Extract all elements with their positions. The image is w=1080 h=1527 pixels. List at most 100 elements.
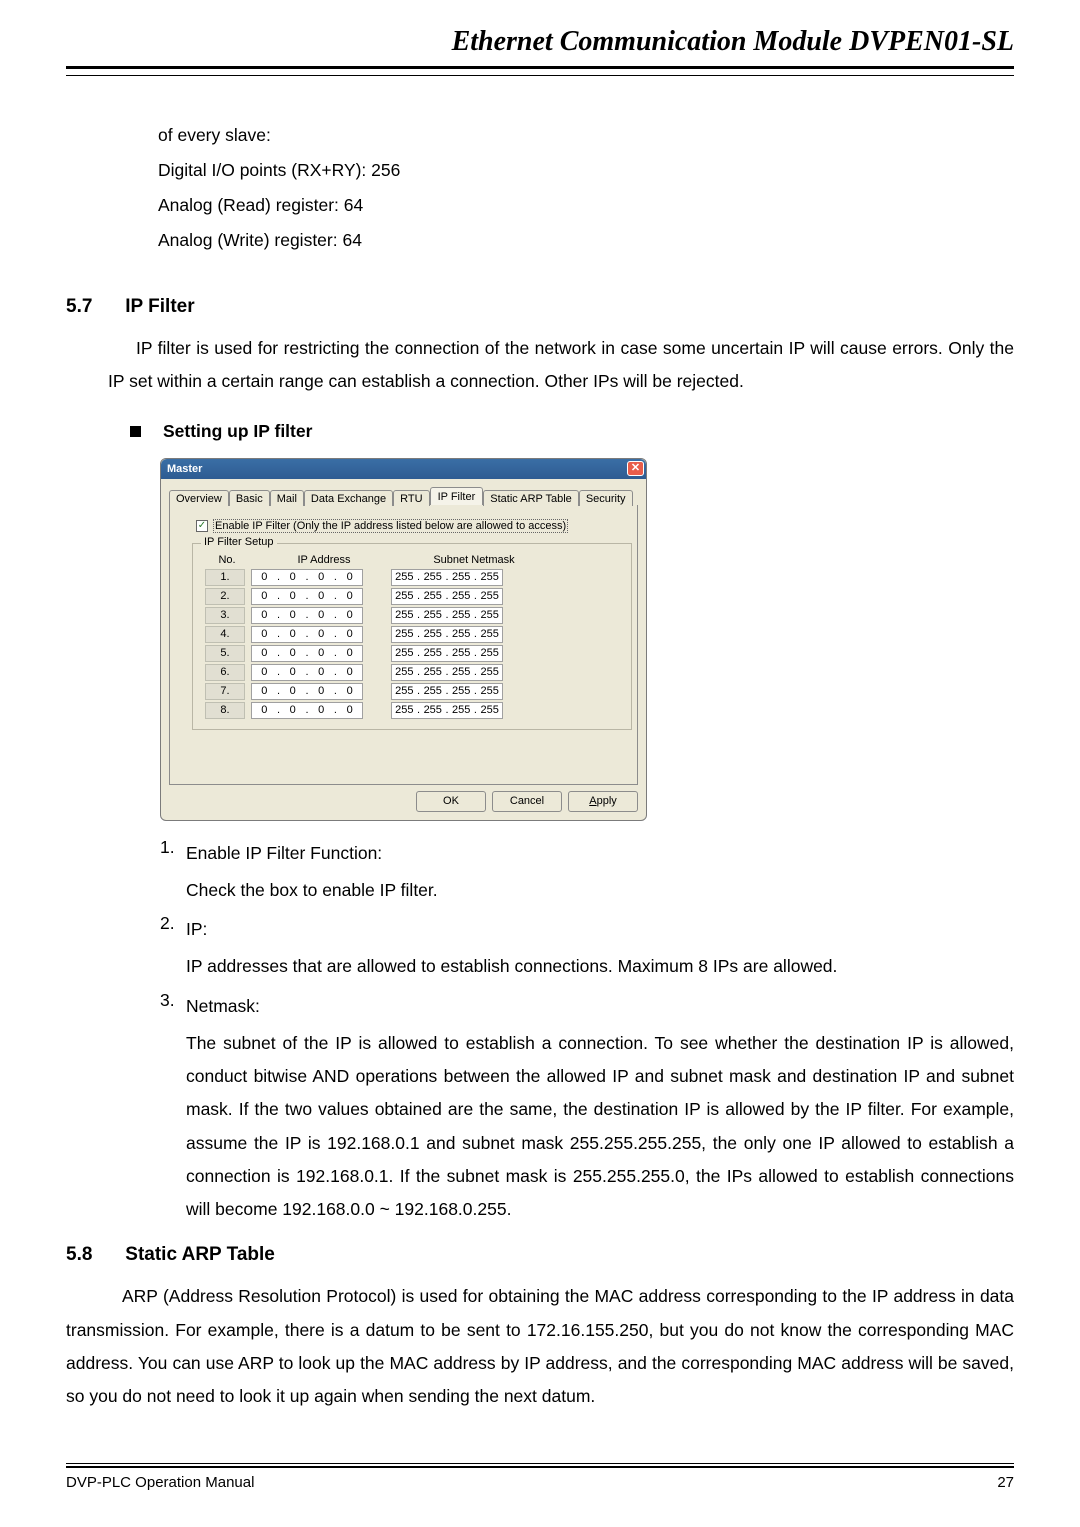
ip-segment[interactable]: 255 bbox=[477, 571, 502, 583]
ip-segment[interactable]: 255 bbox=[420, 628, 445, 640]
ip-segment[interactable]: 255 bbox=[392, 628, 417, 640]
tab-basic[interactable]: Basic bbox=[229, 490, 270, 506]
dialog-window: Master ✕ Overview Basic Mail Data Exchan… bbox=[160, 458, 647, 821]
ip-segment[interactable]: 0 bbox=[337, 628, 362, 640]
ip-segment[interactable]: 0 bbox=[309, 666, 334, 678]
cancel-button[interactable]: Cancel bbox=[492, 791, 562, 812]
ip-segment[interactable]: 255 bbox=[420, 609, 445, 621]
ip-segment[interactable]: 255 bbox=[420, 590, 445, 602]
ip-segment[interactable]: 255 bbox=[477, 666, 502, 678]
ip-field[interactable]: 0.0.0.0 bbox=[251, 607, 363, 624]
ip-segment[interactable]: 255 bbox=[420, 666, 445, 678]
table-row: 7.0.0.0.0255.255.255.255 bbox=[205, 683, 619, 700]
ip-segment[interactable]: 0 bbox=[337, 590, 362, 602]
ip-segment[interactable]: 0 bbox=[252, 685, 277, 697]
ip-field[interactable]: 0.0.0.0 bbox=[251, 626, 363, 643]
tab-security[interactable]: Security bbox=[579, 490, 633, 506]
ip-segment[interactable]: 255 bbox=[449, 666, 474, 678]
ip-segment[interactable]: 0 bbox=[309, 647, 334, 659]
ip-segment[interactable]: 0 bbox=[252, 609, 277, 621]
ip-segment[interactable]: 255 bbox=[392, 571, 417, 583]
ip-field[interactable]: 0.0.0.0 bbox=[251, 683, 363, 700]
ip-segment[interactable]: 255 bbox=[420, 704, 445, 716]
ip-segment[interactable]: 0 bbox=[337, 666, 362, 678]
subnet-field[interactable]: 255.255.255.255 bbox=[391, 702, 503, 719]
ip-segment[interactable]: 0 bbox=[280, 647, 305, 659]
ip-segment[interactable]: 255 bbox=[477, 685, 502, 697]
ip-segment[interactable]: 0 bbox=[280, 685, 305, 697]
ip-segment[interactable]: 255 bbox=[477, 609, 502, 621]
ip-field[interactable]: 0.0.0.0 bbox=[251, 569, 363, 586]
footer-row: DVP-PLC Operation Manual 27 bbox=[66, 1474, 1014, 1491]
header-rule-thin bbox=[66, 75, 1014, 76]
ip-segment[interactable]: 255 bbox=[449, 647, 474, 659]
ip-segment[interactable]: 0 bbox=[280, 704, 305, 716]
ip-segment[interactable]: 255 bbox=[477, 628, 502, 640]
ip-segment[interactable]: 0 bbox=[309, 609, 334, 621]
ip-segment[interactable]: 0 bbox=[309, 628, 334, 640]
ip-segment[interactable]: 255 bbox=[392, 609, 417, 621]
ip-segment[interactable]: 0 bbox=[252, 571, 277, 583]
ip-segment[interactable]: 0 bbox=[280, 628, 305, 640]
ip-segment[interactable]: 0 bbox=[309, 685, 334, 697]
close-icon[interactable]: ✕ bbox=[627, 461, 644, 476]
ip-segment[interactable]: 255 bbox=[477, 704, 502, 716]
ip-field[interactable]: 0.0.0.0 bbox=[251, 588, 363, 605]
ip-segment[interactable]: 255 bbox=[392, 704, 417, 716]
ip-segment[interactable]: 255 bbox=[392, 666, 417, 678]
ip-segment[interactable]: 0 bbox=[252, 704, 277, 716]
subnet-field[interactable]: 255.255.255.255 bbox=[391, 664, 503, 681]
subnet-field[interactable]: 255.255.255.255 bbox=[391, 683, 503, 700]
ip-segment[interactable]: 255 bbox=[449, 685, 474, 697]
ip-segment[interactable]: 0 bbox=[280, 590, 305, 602]
tab-overview[interactable]: Overview bbox=[169, 490, 229, 506]
ip-segment[interactable]: 0 bbox=[252, 666, 277, 678]
ip-segment[interactable]: 255 bbox=[449, 571, 474, 583]
item-num: 3. bbox=[160, 990, 186, 1023]
apply-button[interactable]: Apply bbox=[568, 791, 638, 812]
ip-segment[interactable]: 255 bbox=[477, 647, 502, 659]
ip-segment[interactable]: 0 bbox=[309, 571, 334, 583]
ip-segment[interactable]: 0 bbox=[280, 666, 305, 678]
enable-ip-filter-checkbox[interactable]: ✓ bbox=[196, 520, 208, 532]
tab-data-exchange[interactable]: Data Exchange bbox=[304, 490, 393, 506]
ip-segment[interactable]: 255 bbox=[392, 647, 417, 659]
subnet-field[interactable]: 255.255.255.255 bbox=[391, 569, 503, 586]
ip-segment[interactable]: 0 bbox=[337, 647, 362, 659]
ip-segment[interactable]: 255 bbox=[420, 571, 445, 583]
ip-segment[interactable]: 0 bbox=[280, 609, 305, 621]
dialog-titlebar[interactable]: Master ✕ bbox=[161, 459, 646, 479]
page-header-title: Ethernet Communication Module DVPEN01-SL bbox=[66, 26, 1014, 58]
ip-segment[interactable]: 0 bbox=[309, 704, 334, 716]
tab-mail[interactable]: Mail bbox=[270, 490, 304, 506]
ip-segment[interactable]: 0 bbox=[252, 590, 277, 602]
ip-segment[interactable]: 0 bbox=[337, 685, 362, 697]
ip-segment[interactable]: 255 bbox=[392, 685, 417, 697]
ip-segment[interactable]: 255 bbox=[477, 590, 502, 602]
subnet-field[interactable]: 255.255.255.255 bbox=[391, 588, 503, 605]
subnet-field[interactable]: 255.255.255.255 bbox=[391, 607, 503, 624]
tab-rtu[interactable]: RTU bbox=[393, 490, 429, 506]
ip-field[interactable]: 0.0.0.0 bbox=[251, 645, 363, 662]
tab-static-arp[interactable]: Static ARP Table bbox=[483, 490, 579, 506]
ip-segment[interactable]: 0 bbox=[337, 571, 362, 583]
ip-segment[interactable]: 0 bbox=[252, 628, 277, 640]
ip-segment[interactable]: 255 bbox=[449, 609, 474, 621]
ok-button[interactable]: OK bbox=[416, 791, 486, 812]
ip-segment[interactable]: 0 bbox=[337, 704, 362, 716]
ip-segment[interactable]: 255 bbox=[449, 628, 474, 640]
ip-segment[interactable]: 0 bbox=[252, 647, 277, 659]
ip-segment[interactable]: 0 bbox=[337, 609, 362, 621]
ip-segment[interactable]: 255 bbox=[449, 590, 474, 602]
ip-segment[interactable]: 255 bbox=[449, 704, 474, 716]
ip-segment[interactable]: 0 bbox=[309, 590, 334, 602]
tab-ip-filter[interactable]: IP Filter bbox=[430, 487, 484, 505]
subnet-field[interactable]: 255.255.255.255 bbox=[391, 645, 503, 662]
ip-segment[interactable]: 255 bbox=[420, 685, 445, 697]
ip-segment[interactable]: 255 bbox=[420, 647, 445, 659]
ip-segment[interactable]: 0 bbox=[280, 571, 305, 583]
ip-field[interactable]: 0.0.0.0 bbox=[251, 664, 363, 681]
subnet-field[interactable]: 255.255.255.255 bbox=[391, 626, 503, 643]
ip-field[interactable]: 0.0.0.0 bbox=[251, 702, 363, 719]
ip-segment[interactable]: 255 bbox=[392, 590, 417, 602]
